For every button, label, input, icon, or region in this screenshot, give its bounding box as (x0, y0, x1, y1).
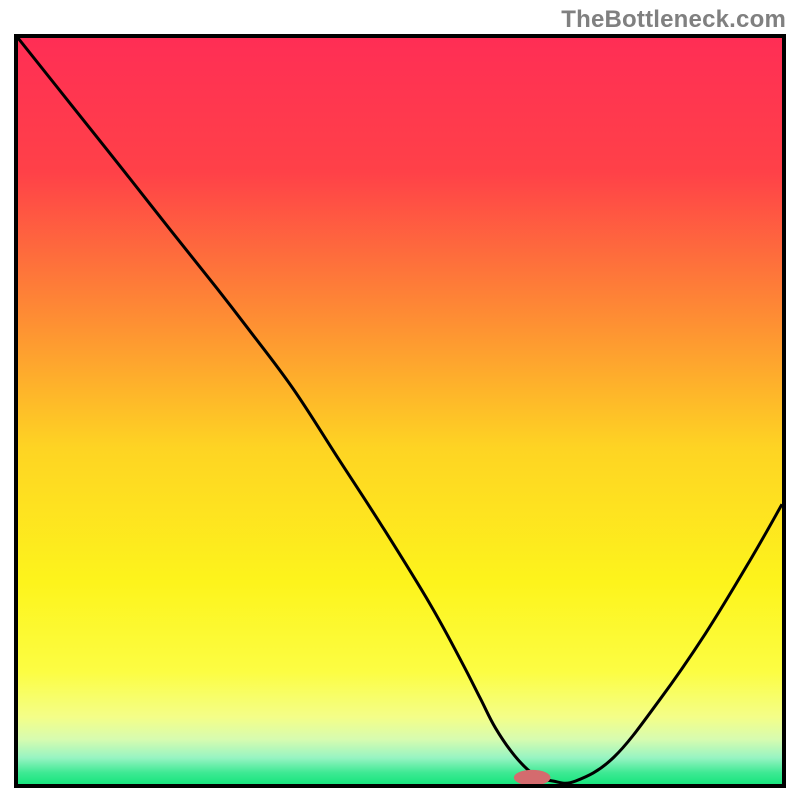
chart-container: TheBottleneck.com (0, 0, 800, 800)
chart-svg (18, 38, 782, 784)
plot-frame (14, 34, 786, 788)
watermark-text: TheBottleneck.com (561, 6, 786, 34)
gradient-background (18, 38, 782, 784)
